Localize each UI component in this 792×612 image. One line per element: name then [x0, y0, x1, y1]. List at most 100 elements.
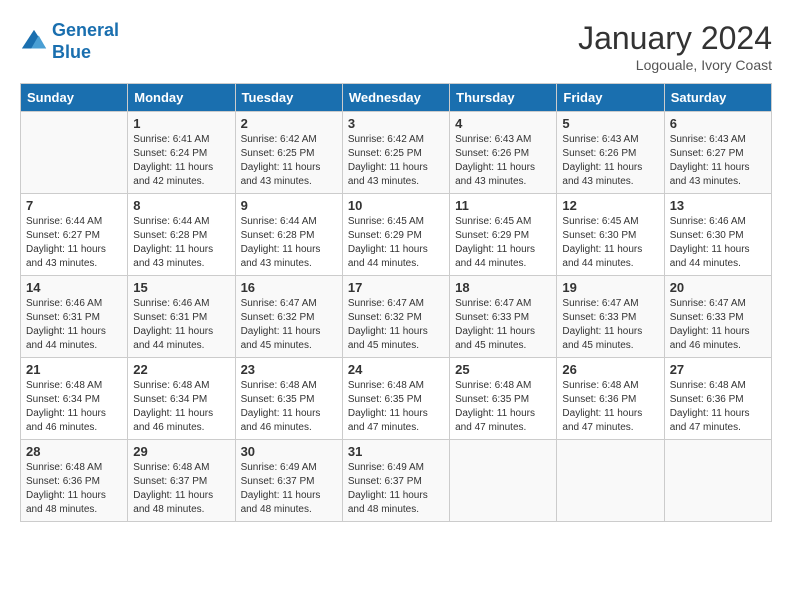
day-number: 14: [26, 280, 122, 295]
day-info: Sunrise: 6:47 AMSunset: 6:33 PMDaylight:…: [455, 297, 551, 353]
calendar-cell: 15Sunrise: 6:46 AMSunset: 6:31 PMDayligh…: [128, 276, 235, 358]
day-number: 24: [348, 362, 444, 377]
calendar-cell: 26Sunrise: 6:48 AMSunset: 6:36 PMDayligh…: [557, 358, 664, 440]
calendar-cell: 14 Sunrise: 6:46 AMSunset: 6:31 PMDayligh…: [21, 276, 128, 358]
calendar-cell: 9Sunrise: 6:44 AMSunset: 6:28 PMDaylight…: [235, 194, 342, 276]
day-number: 17: [348, 280, 444, 295]
logo: General Blue: [20, 20, 119, 63]
day-info: Sunrise: 6:48 AMSunset: 6:35 PMDaylight:…: [241, 379, 337, 435]
calendar-cell: [664, 440, 771, 522]
calendar-table: SundayMondayTuesdayWednesdayThursdayFrid…: [20, 83, 772, 522]
day-info: Sunrise: 6:45 AMSunset: 6:29 PMDaylight:…: [348, 215, 444, 271]
calendar-cell: 23 Sunrise: 6:48 AMSunset: 6:35 PMDayligh…: [235, 358, 342, 440]
day-info: Sunrise: 6:48 AMSunset: 6:35 PMDaylight:…: [455, 379, 551, 435]
day-info: Sunrise: 6:49 AMSunset: 6:37 PMDaylight:…: [241, 461, 337, 517]
day-number: 8: [133, 198, 229, 213]
day-info: Sunrise: 6:48 AMSunset: 6:34 PMDaylight:…: [133, 379, 229, 435]
calendar-week-2: 7Sunrise: 6:44 AMSunset: 6:27 PMDaylight…: [21, 194, 772, 276]
day-number: 16: [241, 280, 337, 295]
calendar-cell: [450, 440, 557, 522]
day-info: Sunrise: 6:43 AMSunset: 6:26 PMDaylight:…: [562, 133, 658, 189]
day-info: Sunrise: 6:47 AMSunset: 6:33 PMDaylight:…: [670, 297, 766, 353]
day-info: Sunrise: 6:42 AMSunset: 6:25 PMDaylight:…: [348, 133, 444, 189]
day-number: 23: [241, 362, 337, 377]
weekday-header-wednesday: Wednesday: [342, 84, 449, 112]
day-info: Sunrise: 6:46 AMSunset: 6:30 PMDaylight:…: [670, 215, 766, 271]
calendar-week-4: 21 Sunrise: 6:48 AMSunset: 6:34 PMDayligh…: [21, 358, 772, 440]
day-number: 20: [670, 280, 766, 295]
day-number: 10: [348, 198, 444, 213]
logo-icon: [20, 28, 48, 56]
day-number: 21: [26, 362, 122, 377]
calendar-cell: 10 Sunrise: 6:45 AMSunset: 6:29 PMDayligh…: [342, 194, 449, 276]
title-block: January 2024 Logouale, Ivory Coast: [578, 20, 772, 73]
calendar-cell: 27Sunrise: 6:48 AMSunset: 6:36 PMDayligh…: [664, 358, 771, 440]
calendar-cell: 7Sunrise: 6:44 AMSunset: 6:27 PMDaylight…: [21, 194, 128, 276]
calendar-cell: 4Sunrise: 6:43 AMSunset: 6:26 PMDaylight…: [450, 112, 557, 194]
day-number: 5: [562, 116, 658, 131]
weekday-header-tuesday: Tuesday: [235, 84, 342, 112]
day-info: Sunrise: 6:47 AMSunset: 6:32 PMDaylight:…: [241, 297, 337, 353]
day-number: 26: [562, 362, 658, 377]
day-info: Sunrise: 6:49 AMSunset: 6:37 PMDaylight:…: [348, 461, 444, 517]
calendar-cell: 16 Sunrise: 6:47 AMSunset: 6:32 PMDayligh…: [235, 276, 342, 358]
day-number: 6: [670, 116, 766, 131]
day-info: Sunrise: 6:47 AMSunset: 6:32 PMDaylight:…: [348, 297, 444, 353]
calendar-body: 1 Sunrise: 6:41 AMSunset: 6:24 PMDaylight…: [21, 112, 772, 522]
weekday-header-thursday: Thursday: [450, 84, 557, 112]
calendar-cell: 21 Sunrise: 6:48 AMSunset: 6:34 PMDayligh…: [21, 358, 128, 440]
logo-general: General: [52, 20, 119, 40]
day-number: 3: [348, 116, 444, 131]
calendar-cell: 8 Sunrise: 6:44 AMSunset: 6:28 PMDaylight…: [128, 194, 235, 276]
day-info: Sunrise: 6:41 AMSunset: 6:24 PMDaylight:…: [133, 133, 229, 189]
calendar-cell: 19Sunrise: 6:47 AMSunset: 6:33 PMDayligh…: [557, 276, 664, 358]
calendar-cell: 22Sunrise: 6:48 AMSunset: 6:34 PMDayligh…: [128, 358, 235, 440]
location-subtitle: Logouale, Ivory Coast: [578, 57, 772, 73]
calendar-cell: 28Sunrise: 6:48 AMSunset: 6:36 PMDayligh…: [21, 440, 128, 522]
calendar-cell: 29 Sunrise: 6:48 AMSunset: 6:37 PMDayligh…: [128, 440, 235, 522]
calendar-cell: [557, 440, 664, 522]
day-number: 2: [241, 116, 337, 131]
calendar-cell: [21, 112, 128, 194]
calendar-cell: 31 Sunrise: 6:49 AMSunset: 6:37 PMDayligh…: [342, 440, 449, 522]
day-info: Sunrise: 6:43 AMSunset: 6:26 PMDaylight:…: [455, 133, 551, 189]
calendar-week-5: 28Sunrise: 6:48 AMSunset: 6:36 PMDayligh…: [21, 440, 772, 522]
day-info: Sunrise: 6:42 AMSunset: 6:25 PMDaylight:…: [241, 133, 337, 189]
day-info: Sunrise: 6:47 AMSunset: 6:33 PMDaylight:…: [562, 297, 658, 353]
weekday-header-saturday: Saturday: [664, 84, 771, 112]
calendar-cell: 25 Sunrise: 6:48 AMSunset: 6:35 PMDayligh…: [450, 358, 557, 440]
day-number: 9: [241, 198, 337, 213]
day-number: 13: [670, 198, 766, 213]
day-info: Sunrise: 6:44 AMSunset: 6:28 PMDaylight:…: [133, 215, 229, 271]
day-info: Sunrise: 6:46 AMSunset: 6:31 PMDaylight:…: [133, 297, 229, 353]
calendar-cell: 24 Sunrise: 6:48 AMSunset: 6:35 PMDayligh…: [342, 358, 449, 440]
day-number: 7: [26, 198, 122, 213]
calendar-cell: 3 Sunrise: 6:42 AMSunset: 6:25 PMDaylight…: [342, 112, 449, 194]
day-number: 29: [133, 444, 229, 459]
day-info: Sunrise: 6:46 AMSunset: 6:31 PMDaylight:…: [26, 297, 122, 353]
day-number: 31: [348, 444, 444, 459]
calendar-cell: 20 Sunrise: 6:47 AMSunset: 6:33 PMDayligh…: [664, 276, 771, 358]
day-number: 30: [241, 444, 337, 459]
day-info: Sunrise: 6:48 AMSunset: 6:34 PMDaylight:…: [26, 379, 122, 435]
calendar-cell: 6 Sunrise: 6:43 AMSunset: 6:27 PMDaylight…: [664, 112, 771, 194]
page-header: General Blue January 2024 Logouale, Ivor…: [20, 20, 772, 73]
day-number: 1: [133, 116, 229, 131]
calendar-cell: 5 Sunrise: 6:43 AMSunset: 6:26 PMDaylight…: [557, 112, 664, 194]
month-title: January 2024: [578, 20, 772, 57]
weekday-header-sunday: Sunday: [21, 84, 128, 112]
day-info: Sunrise: 6:48 AMSunset: 6:37 PMDaylight:…: [133, 461, 229, 517]
day-info: Sunrise: 6:45 AMSunset: 6:29 PMDaylight:…: [455, 215, 551, 271]
day-info: Sunrise: 6:43 AMSunset: 6:27 PMDaylight:…: [670, 133, 766, 189]
calendar-week-1: 1 Sunrise: 6:41 AMSunset: 6:24 PMDaylight…: [21, 112, 772, 194]
weekday-header-friday: Friday: [557, 84, 664, 112]
calendar-cell: 30 Sunrise: 6:49 AMSunset: 6:37 PMDayligh…: [235, 440, 342, 522]
logo-text: General Blue: [52, 20, 119, 63]
day-number: 18: [455, 280, 551, 295]
day-number: 28: [26, 444, 122, 459]
day-info: Sunrise: 6:48 AMSunset: 6:35 PMDaylight:…: [348, 379, 444, 435]
calendar-cell: 2 Sunrise: 6:42 AMSunset: 6:25 PMDaylight…: [235, 112, 342, 194]
day-number: 25: [455, 362, 551, 377]
day-number: 12: [562, 198, 658, 213]
day-info: Sunrise: 6:45 AMSunset: 6:30 PMDaylight:…: [562, 215, 658, 271]
